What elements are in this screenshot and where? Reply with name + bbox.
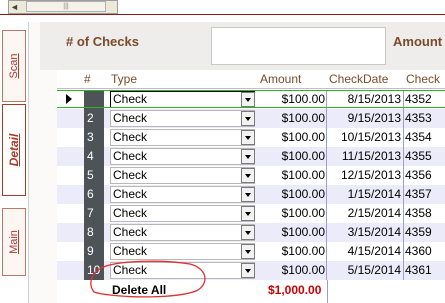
amount-cell[interactable]: $100.00 xyxy=(257,147,325,166)
tab-detail[interactable]: Detail xyxy=(2,104,26,196)
type-select[interactable]: Check xyxy=(110,148,255,165)
table-row[interactable]: 3 Check $100.00 10/15/2013 4354 xyxy=(57,128,445,147)
column-divider xyxy=(403,128,404,147)
table-row[interactable]: 4 Check $100.00 11/15/2013 4355 xyxy=(57,147,445,166)
tab-scan[interactable]: Scan xyxy=(2,30,26,102)
amount-cell[interactable]: $100.00 xyxy=(257,242,325,261)
checkdate-cell[interactable]: 1/15/2014 xyxy=(327,185,401,204)
checks-count-field[interactable] xyxy=(211,27,386,65)
checkdate-cell[interactable]: 12/15/2013 xyxy=(327,166,401,185)
type-select[interactable]: Check xyxy=(110,91,255,108)
type-select[interactable]: Check xyxy=(110,205,255,222)
column-divider xyxy=(403,223,404,242)
column-divider xyxy=(403,261,404,280)
type-select[interactable]: Check xyxy=(110,186,255,203)
amount-cell[interactable]: $100.00 xyxy=(257,261,325,280)
column-header-check: Check xyxy=(406,72,441,86)
check-number-cell[interactable]: 4361 xyxy=(405,261,432,280)
tab-detail-label: Detail xyxy=(7,133,21,167)
tab-main[interactable]: Main xyxy=(2,208,26,276)
table-row[interactable]: 6 Check $100.00 1/15/2014 4357 xyxy=(57,185,445,204)
column-divider xyxy=(403,109,404,128)
top-divider xyxy=(0,14,445,15)
row-number: 4 xyxy=(84,147,104,166)
chevron-down-icon[interactable] xyxy=(241,149,255,164)
chevron-down-icon[interactable] xyxy=(241,111,255,126)
column-header-amount: Amount xyxy=(260,72,302,86)
amount-cell[interactable]: $100.00 xyxy=(257,223,325,242)
checkdate-cell[interactable]: 4/15/2014 xyxy=(327,242,401,261)
column-divider xyxy=(403,166,404,185)
row-number: 8 xyxy=(84,223,104,242)
checks-count-label: # of Checks xyxy=(66,34,139,49)
grid-header: # Type Amount CheckDate Check xyxy=(57,70,445,89)
checkdate-cell[interactable]: 3/15/2014 xyxy=(327,223,401,242)
scrollbar-thumb[interactable]: ||| xyxy=(26,1,106,12)
chevron-down-icon[interactable] xyxy=(241,225,255,240)
checkdate-cell[interactable]: 11/15/2013 xyxy=(327,147,401,166)
checkdate-cell[interactable]: 10/15/2013 xyxy=(327,128,401,147)
table-row[interactable]: 5 Check $100.00 12/15/2013 4356 xyxy=(57,166,445,185)
type-select[interactable]: Check xyxy=(110,129,255,146)
checkdate-cell[interactable]: 5/15/2014 xyxy=(327,261,401,280)
chevron-down-icon[interactable] xyxy=(241,263,255,278)
column-divider xyxy=(403,204,404,223)
amount-cell[interactable]: $100.00 xyxy=(257,166,325,185)
check-number-cell[interactable]: 4356 xyxy=(405,166,432,185)
row-number: 5 xyxy=(84,166,104,185)
tab-main-label: Main xyxy=(8,230,20,254)
row-selector-arrow-icon xyxy=(66,94,72,104)
chevron-down-icon[interactable] xyxy=(241,130,255,145)
column-divider xyxy=(403,147,404,166)
amount-label: Amount xyxy=(393,34,443,49)
amount-total: $1,000.00 xyxy=(268,283,322,297)
type-select[interactable]: Check xyxy=(110,224,255,241)
amount-cell[interactable]: $100.00 xyxy=(257,109,325,128)
check-number-cell[interactable]: 4353 xyxy=(405,109,432,128)
amount-cell[interactable]: $100.00 xyxy=(257,204,325,223)
table-row[interactable]: 2 Check $100.00 9/15/2013 4353 xyxy=(57,109,445,128)
check-number-cell[interactable]: 4354 xyxy=(405,128,432,147)
chevron-down-icon[interactable] xyxy=(241,244,255,259)
checkdate-cell[interactable]: 9/15/2013 xyxy=(327,109,401,128)
chevron-down-icon[interactable] xyxy=(241,206,255,221)
active-row-top-line xyxy=(57,90,445,91)
chevron-down-icon[interactable] xyxy=(241,187,255,202)
check-number-cell[interactable]: 4359 xyxy=(405,223,432,242)
type-select[interactable]: Check xyxy=(110,167,255,184)
column-divider xyxy=(403,185,404,204)
active-row-bottom-line xyxy=(57,107,445,108)
check-number-cell[interactable]: 4360 xyxy=(405,242,432,261)
chevron-down-icon[interactable] xyxy=(241,168,255,183)
amount-cell[interactable]: $100.00 xyxy=(257,128,325,147)
column-header-type: Type xyxy=(111,72,138,86)
scroll-left-arrow-icon[interactable]: ◄ xyxy=(10,1,19,13)
tab-scan-label: Scan xyxy=(8,53,20,79)
amount-cell[interactable]: $100.00 xyxy=(257,185,325,204)
row-number: 6 xyxy=(84,185,104,204)
check-number-cell[interactable]: 4355 xyxy=(405,147,432,166)
chevron-down-icon[interactable] xyxy=(241,92,255,107)
check-number-cell[interactable]: 4358 xyxy=(405,204,432,223)
footer-column-divider xyxy=(327,280,328,303)
column-header-checkdate: CheckDate xyxy=(329,72,389,86)
column-header-num: # xyxy=(84,72,91,86)
table-row[interactable]: 8 Check $100.00 3/15/2014 4359 xyxy=(57,223,445,242)
row-number: 3 xyxy=(84,128,104,147)
checkdate-cell[interactable]: 2/15/2014 xyxy=(327,204,401,223)
row-number: 7 xyxy=(84,204,104,223)
column-divider xyxy=(403,242,404,261)
row-number: 2 xyxy=(84,109,104,128)
annotation-circle-icon xyxy=(90,260,206,298)
check-number-cell[interactable]: 4357 xyxy=(405,185,432,204)
table-row[interactable]: 7 Check $100.00 2/15/2014 4358 xyxy=(57,204,445,223)
type-select[interactable]: Check xyxy=(110,110,255,127)
